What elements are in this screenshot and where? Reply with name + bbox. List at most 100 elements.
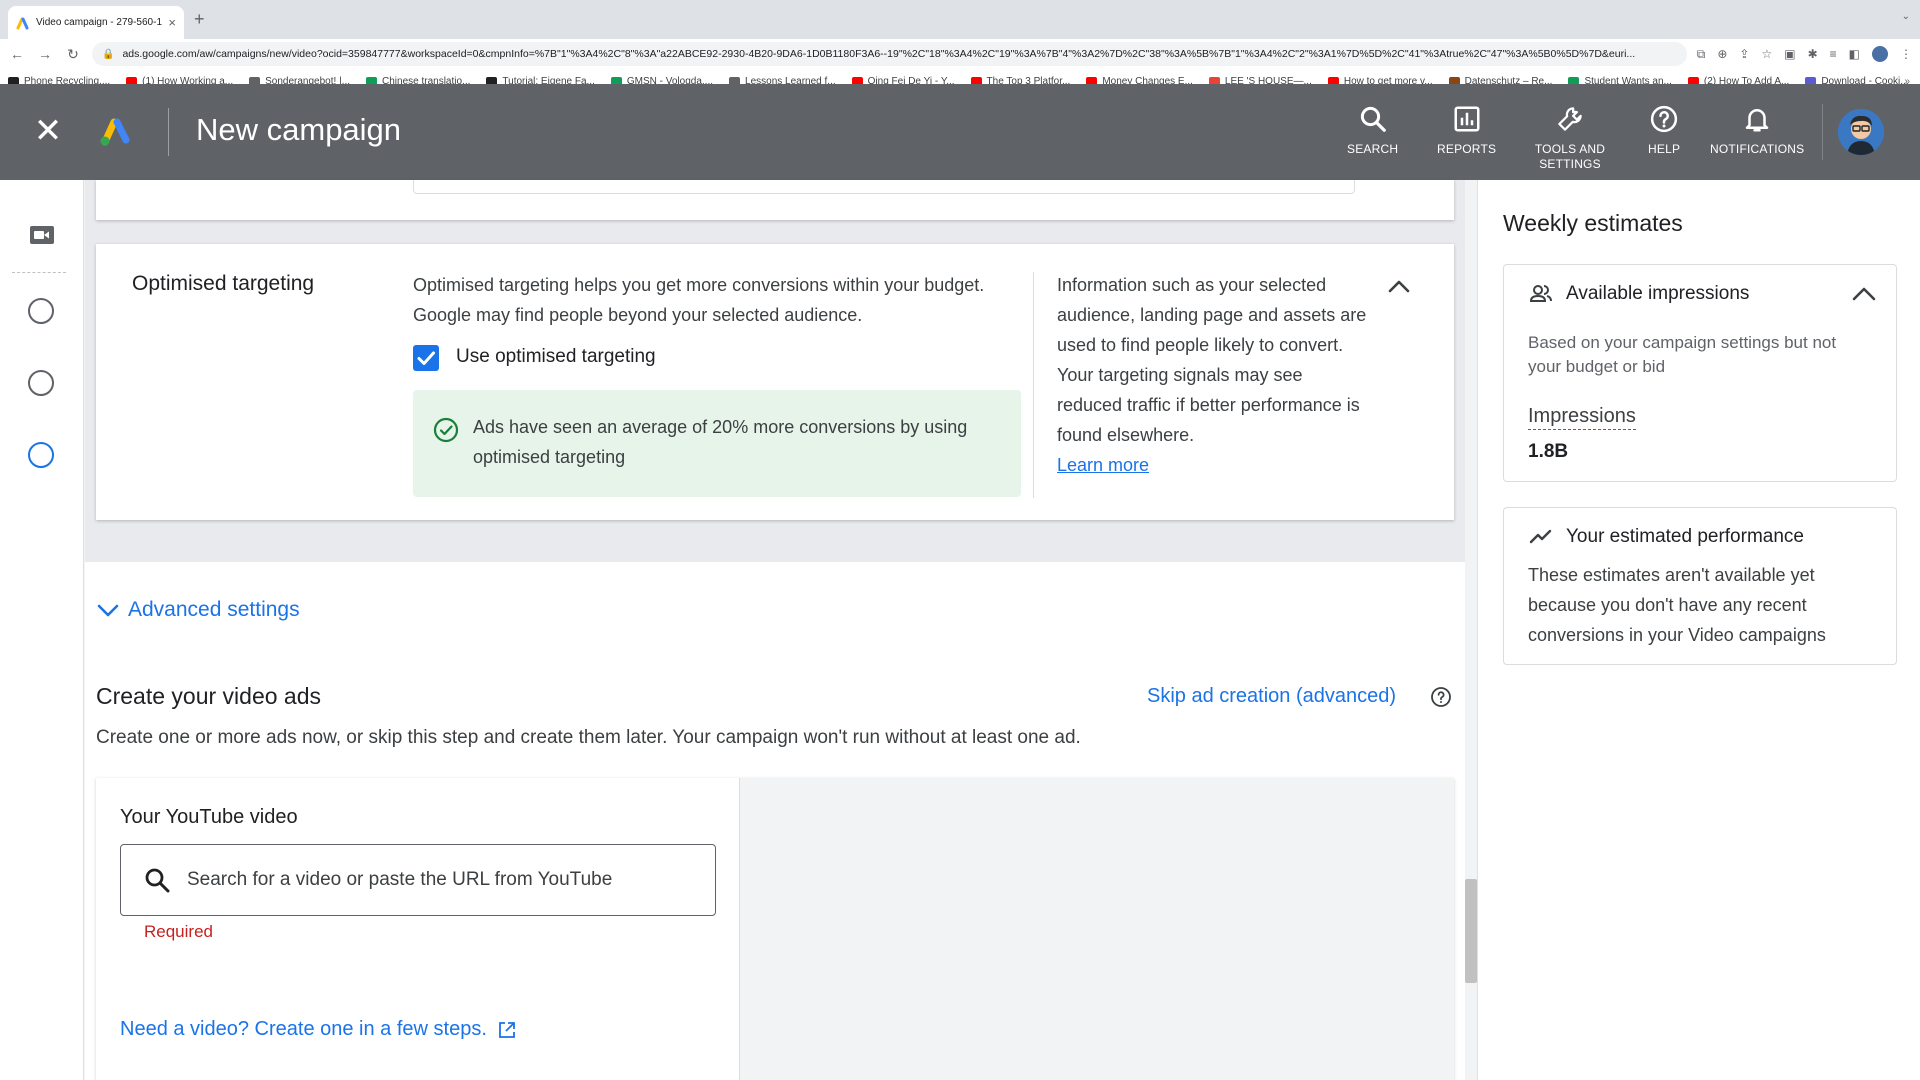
tab-close-icon[interactable]: × [168, 15, 176, 30]
use-optimised-targeting-checkbox[interactable] [413, 345, 439, 371]
header-divider [168, 108, 169, 156]
header-search-button[interactable]: SEARCH [1347, 104, 1398, 157]
available-impressions-title: Available impressions [1566, 283, 1750, 304]
youtube-video-panel: Your YouTube video Required Need a video… [96, 778, 740, 1080]
bookmark-star-icon[interactable]: ☆ [1761, 47, 1772, 61]
weekly-estimates-title: Weekly estimates [1503, 210, 1683, 236]
address-bar[interactable]: 🔒 ads.google.com/aw/campaigns/new/video?… [92, 42, 1687, 66]
back-icon[interactable]: ← [8, 46, 26, 62]
optimised-targeting-divider [1033, 272, 1034, 498]
tab-title: Video campaign - 279-560-18 [36, 17, 163, 28]
video-camera-icon[interactable] [30, 226, 54, 244]
previous-input-field[interactable] [413, 180, 1355, 194]
header-tools-label: TOOLS AND SETTINGS [1534, 142, 1606, 171]
header-reports-button[interactable]: REPORTS [1437, 104, 1496, 157]
url-text: ads.google.com/aw/campaigns/new/video?oc… [122, 48, 1636, 60]
puzzle-icon[interactable]: ✱ [1808, 47, 1818, 61]
wrench-icon [1558, 107, 1582, 131]
header-tools-button[interactable]: TOOLS AND SETTINGS [1528, 104, 1612, 172]
youtube-search-box[interactable] [120, 844, 716, 916]
optimised-targeting-title: Optimised targeting [132, 272, 315, 295]
people-icon [1529, 285, 1552, 302]
browser-toolbar: ← → ↻ 🔒 ads.google.com/aw/campaigns/new/… [0, 39, 1920, 69]
extension-icon[interactable]: ▣ [1784, 47, 1795, 61]
estimated-performance-card: Your estimated performance These estimat… [1503, 507, 1897, 665]
optimised-targeting-info-text: Ads have seen an average of 20% more con… [473, 417, 968, 467]
use-optimised-targeting-label[interactable]: Use optimised targeting [456, 346, 656, 368]
estimated-performance-header: Your estimated performance [1528, 524, 1804, 550]
step-circle[interactable] [28, 370, 54, 396]
step-circle-active[interactable] [28, 442, 54, 468]
translate-icon[interactable]: ⧉ [1697, 47, 1706, 62]
browser-tab[interactable]: Video campaign - 279-560-18 × [8, 6, 184, 39]
zoom-icon[interactable]: ⊕ [1717, 47, 1727, 61]
reports-icon [1454, 106, 1480, 132]
share-icon[interactable]: ⇪ [1739, 47, 1749, 61]
toolbar-icons: ⧉ ⊕ ⇪ ☆ ▣ ✱ ≡ ◧ ⋮ [1697, 46, 1912, 62]
reload-icon[interactable]: ↻ [64, 46, 82, 63]
chevron-up-icon[interactable] [1386, 274, 1412, 300]
tab-search-icon[interactable]: ⌄ [1902, 11, 1910, 22]
required-error-text: Required [144, 922, 213, 941]
main-scrollbar[interactable] [1465, 180, 1477, 1080]
new-tab-icon[interactable]: + [194, 9, 205, 30]
optimised-targeting-explanation: Information such as your selected audien… [1057, 275, 1367, 445]
profile-icon[interactable] [1872, 46, 1888, 62]
open-in-new-icon[interactable] [497, 1020, 517, 1040]
close-icon[interactable]: ✕ [32, 114, 64, 148]
app-header: ✕ New campaign SEARCH REPORTS TOOLS AND … [0, 84, 1920, 180]
impressions-value: 1.8B [1528, 441, 1569, 462]
avatar-illustration-icon [1838, 109, 1884, 155]
header-help-label: HELP [1648, 142, 1681, 156]
chevron-up-icon[interactable] [1850, 281, 1878, 309]
scrollbar-thumb[interactable] [1465, 879, 1477, 983]
more-icon[interactable]: ⋮ [1900, 47, 1912, 61]
browser-tabbar: Video campaign - 279-560-18 × + ⌄ [0, 0, 1920, 39]
previous-setting-card [96, 180, 1454, 220]
header-search-label: SEARCH [1347, 142, 1399, 156]
header-notifications-label: NOTIFICATIONS [1710, 142, 1805, 156]
impressions-label[interactable]: Impressions [1528, 405, 1636, 430]
available-impressions-header: Available impressions [1528, 281, 1749, 307]
lock-icon[interactable]: 🔒 [102, 49, 114, 60]
header-divider-right [1822, 104, 1823, 160]
forward-icon[interactable]: → [36, 46, 54, 62]
header-reports-label: REPORTS [1437, 142, 1497, 156]
header-notifications-button[interactable]: NOTIFICATIONS [1710, 104, 1804, 157]
weekly-estimates-panel: Weekly estimates Available impressions B… [1477, 180, 1920, 1080]
available-impressions-card: Available impressions Based on your camp… [1503, 264, 1897, 482]
step-circle[interactable] [28, 298, 54, 324]
youtube-search-input[interactable] [187, 869, 687, 891]
rail-divider [12, 272, 66, 273]
checkmark-icon [417, 351, 435, 365]
check-circle-icon [433, 417, 459, 443]
skip-ad-creation-link[interactable]: Skip ad creation (advanced) [1147, 685, 1396, 708]
advanced-settings-toggle[interactable]: Advanced settings [96, 598, 300, 622]
create-video-ads-description: Create one or more ads now, or skip this… [96, 727, 1081, 748]
header-help-button[interactable]: HELP [1648, 104, 1680, 157]
step-rail [0, 180, 84, 1080]
google-ads-logo [100, 118, 130, 146]
optimised-targeting-card: Optimised targeting Optimised targeting … [96, 244, 1454, 520]
estimated-performance-title: Your estimated performance [1566, 526, 1804, 547]
optimised-targeting-description: Optimised targeting helps you get more c… [413, 275, 985, 325]
optimised-targeting-side-text: Information such as your selected audien… [1057, 270, 1367, 480]
sidebar-icon[interactable]: ◧ [1849, 47, 1860, 61]
learn-more-link[interactable]: Learn more [1057, 450, 1367, 480]
advanced-settings-label: Advanced settings [128, 598, 300, 621]
google-ads-favicon [16, 17, 29, 29]
reading-list-icon[interactable]: ≡ [1830, 47, 1837, 61]
create-video-ads-title: Create your video ads [96, 683, 322, 709]
youtube-video-title: Your YouTube video [120, 806, 298, 828]
help-icon [1650, 105, 1678, 133]
optimised-targeting-info-box: Ads have seen an average of 20% more con… [413, 390, 1021, 497]
create-video-link[interactable]: Need a video? Create one in a few steps. [120, 1018, 487, 1041]
create-video-link-row[interactable]: Need a video? Create one in a few steps. [120, 1018, 517, 1041]
avatar[interactable] [1838, 109, 1884, 155]
search-icon [1360, 106, 1386, 132]
search-icon [145, 868, 170, 893]
trending-up-icon [1529, 529, 1552, 544]
page-title: New campaign [196, 112, 402, 147]
help-circle-icon[interactable] [1430, 686, 1452, 708]
chevron-down-icon [97, 604, 119, 617]
